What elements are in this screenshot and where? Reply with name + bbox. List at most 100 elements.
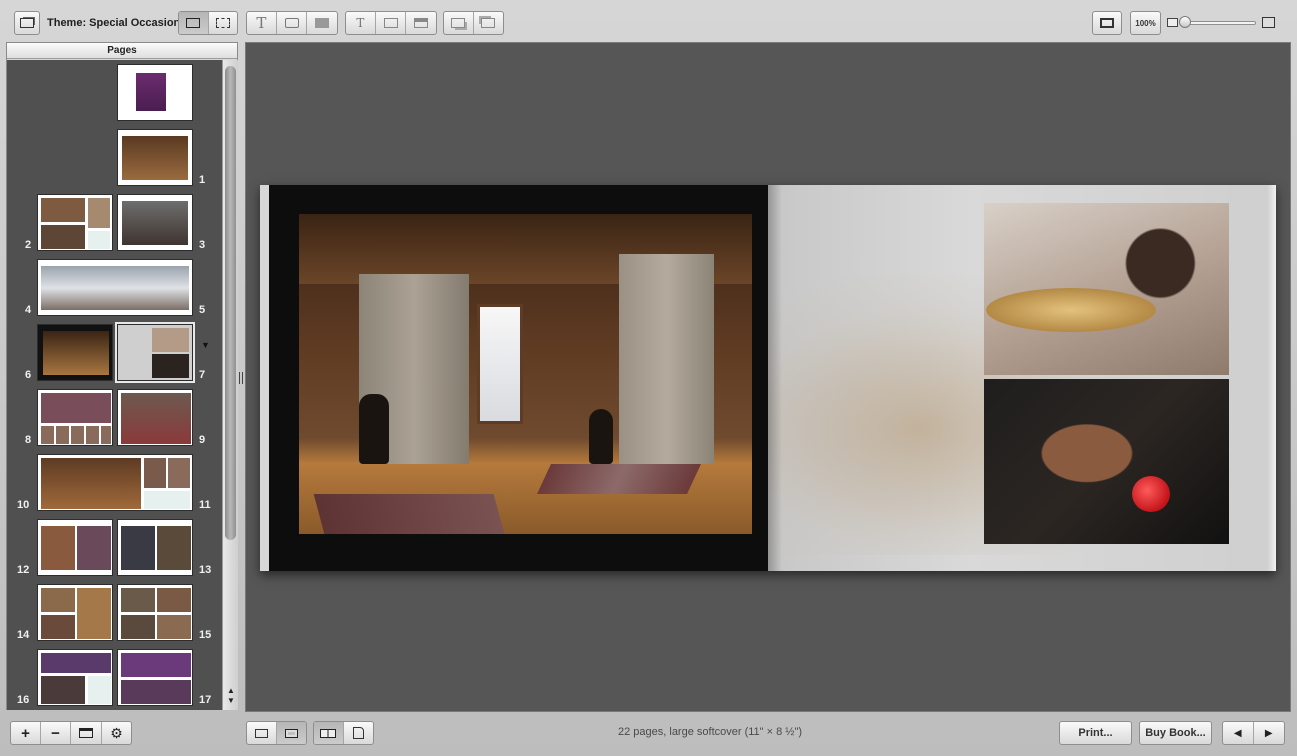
previous-page-button[interactable]: ◀ <box>1223 722 1254 744</box>
zoom-slider-track[interactable] <box>1180 21 1256 25</box>
text-box-group: T <box>345 11 437 35</box>
text-tools-group: T <box>246 11 338 35</box>
background-icon <box>315 18 330 28</box>
pages-sidebar: Pages 1 2 3 4 5 6 ▼ 7 8 9 10 11 12 13 14… <box>6 42 238 710</box>
zoom-slider-knob[interactable] <box>1179 16 1191 28</box>
spread-page-icon <box>284 728 298 738</box>
gear-icon: ⚙ <box>110 724 123 741</box>
send-backward-icon <box>481 18 496 28</box>
page-thumbnail-8[interactable] <box>37 389 113 446</box>
arrow-left-icon: ◀ <box>1233 727 1242 739</box>
top-toolbar: Theme: Special Occasion T T 100% <box>0 0 1297 44</box>
caption-icon <box>414 18 429 28</box>
single-page-view-button[interactable] <box>179 12 209 34</box>
text-icon: T <box>256 14 267 32</box>
buy-book-button[interactable]: Buy Book... <box>1139 721 1212 745</box>
page-thumbnail-14[interactable] <box>37 584 113 641</box>
page-number-12: 12 <box>17 564 30 576</box>
bring-forward-button[interactable] <box>444 12 474 34</box>
full-view-button[interactable] <box>209 12 238 34</box>
text-frame-button[interactable] <box>376 12 407 34</box>
book-spread <box>260 185 1276 571</box>
scroll-arrows: ▲ ▼ <box>225 686 237 706</box>
text-box-icon: T <box>356 16 365 30</box>
shape-button[interactable] <box>277 12 308 34</box>
background-button[interactable] <box>307 12 337 34</box>
page-thumbnail-6[interactable] <box>37 324 113 381</box>
add-text-box-button[interactable]: T <box>346 12 376 34</box>
page-view-icon <box>186 18 201 28</box>
print-button[interactable]: Print... <box>1059 721 1132 745</box>
action-menu-button[interactable]: ⚙ <box>102 722 131 744</box>
pages-header: Pages <box>7 43 237 59</box>
scroll-down-icon[interactable]: ▼ <box>225 696 237 706</box>
studio-rug-left <box>313 494 505 534</box>
plus-icon: + <box>21 724 30 742</box>
caption-button[interactable] <box>406 12 436 34</box>
page-thumbnail-17[interactable] <box>117 649 193 706</box>
single-page-mode-button[interactable] <box>247 722 277 744</box>
page-thumbnail-15[interactable] <box>117 584 193 641</box>
scroll-up-icon[interactable]: ▲ <box>225 686 237 696</box>
spread-mode-button[interactable] <box>276 722 306 744</box>
page-thumbnail-9[interactable] <box>117 389 193 446</box>
page-view-mode-group <box>246 721 307 745</box>
two-page-button[interactable] <box>314 722 344 744</box>
musician-figure-right <box>589 409 613 464</box>
page-number-13: 13 <box>199 564 212 576</box>
cover-thumbnail[interactable] <box>117 64 193 121</box>
remove-page-button[interactable]: − <box>41 722 71 744</box>
sidebar-resize-handle[interactable] <box>239 372 243 384</box>
page-thumbnail-3[interactable] <box>117 194 193 251</box>
studio-photo[interactable] <box>299 214 752 534</box>
layout-view-toggle <box>178 11 238 35</box>
drummer-photo[interactable] <box>984 203 1229 375</box>
themes-icon <box>20 18 34 28</box>
arrow-right-icon: ▶ <box>1264 727 1273 739</box>
zoom-100-button[interactable]: 100% <box>1130 11 1161 35</box>
zoom-small-icon <box>1167 18 1178 27</box>
page-thumbnails-list: 1 2 3 4 5 6 ▼ 7 8 9 10 11 12 13 14 15 16… <box>7 60 222 710</box>
page-actions-group: + − ⚙ <box>10 721 132 745</box>
page-number-11: 11 <box>199 499 211 511</box>
themes-button[interactable] <box>14 11 40 35</box>
page-thumbnail-12[interactable] <box>37 519 113 576</box>
page-thumbnail-1[interactable] <box>117 129 193 186</box>
send-backward-button[interactable] <box>474 12 503 34</box>
page-number-9: 9 <box>199 434 206 446</box>
left-page[interactable] <box>260 185 768 571</box>
arrange-group <box>443 11 504 35</box>
studio-window <box>477 304 523 424</box>
page-number-14: 14 <box>17 629 30 641</box>
text-style-button[interactable]: T <box>247 12 277 34</box>
page-menu-arrow-icon[interactable]: ▼ <box>201 340 210 350</box>
gutter-shadow <box>768 185 782 571</box>
book-info-status: 22 pages, large softcover (11" × 8 ½") <box>618 726 803 738</box>
next-page-button[interactable]: ▶ <box>1254 722 1284 744</box>
theme-label: Theme: Special Occasion <box>47 17 181 29</box>
document-page-button[interactable] <box>344 722 373 744</box>
pages-scroll-thumb[interactable] <box>225 66 236 540</box>
page-thumbnail-16[interactable] <box>37 649 113 706</box>
page-layout-button[interactable] <box>71 722 102 744</box>
page-thumbnail-2[interactable] <box>37 194 113 251</box>
page-number-7: 7 <box>199 369 206 381</box>
fit-page-button[interactable] <box>1092 11 1122 35</box>
page-number-2: 2 <box>25 239 32 251</box>
page-thumbnail-4-5[interactable] <box>37 259 193 316</box>
sidebar-bottom-bar: + − ⚙ <box>6 714 238 750</box>
page-navigation-group: ◀ ▶ <box>1222 721 1285 745</box>
text-frame-icon <box>383 18 398 28</box>
zoom-large-icon <box>1262 17 1275 28</box>
bring-forward-icon <box>451 18 466 28</box>
red-microphone <box>1132 476 1170 512</box>
frame-view-icon <box>215 18 230 28</box>
add-page-button[interactable]: + <box>11 722 41 744</box>
studio-stone-wall-right <box>619 254 714 464</box>
page-thumbnail-13[interactable] <box>117 519 193 576</box>
page-thumbnail-10-11[interactable] <box>37 454 193 511</box>
page-type-group <box>313 721 374 745</box>
pages-scrollbar[interactable]: ▲ ▼ <box>222 60 238 710</box>
page-thumbnail-7[interactable] <box>115 322 195 383</box>
headphones-portrait-photo[interactable] <box>984 379 1229 544</box>
